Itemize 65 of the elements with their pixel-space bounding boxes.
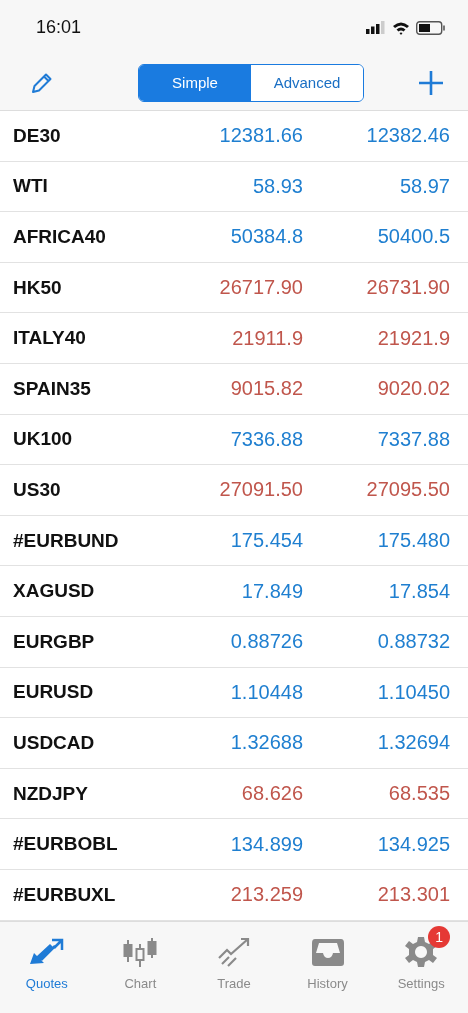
ask-price: 27095.50 (365, 478, 450, 502)
bid-price: 68.626 (240, 782, 303, 805)
bid-price: 21911.9 (231, 326, 303, 350)
bid-price: 1.32688 (229, 731, 303, 755)
wifi-icon (392, 20, 410, 35)
symbol-name: UK100 (13, 428, 74, 451)
tab-bar-item[interactable]: Trade (187, 923, 281, 993)
bid-price: 17.849 (240, 579, 303, 603)
bid-price: 12381.66 (218, 124, 303, 148)
bid-price: 58.93 (251, 174, 303, 198)
bid-price: 213.259 (229, 883, 303, 907)
symbol-name: EURUSD (13, 681, 95, 704)
bid-price: 0.88726 (229, 630, 303, 654)
symbol-name: DE30 (13, 124, 62, 147)
bid-price: 1.10448 (229, 680, 303, 704)
bid-price: 175.454 (229, 529, 303, 553)
ask-price: 21921.9 (376, 326, 450, 350)
bid-price: 26717.90 (218, 276, 303, 300)
symbol-name: #EURBUXL (13, 883, 117, 906)
ask-price: 134.925 (376, 832, 450, 856)
battery-icon (416, 20, 446, 35)
ask-price: 68.535 (387, 782, 450, 805)
symbol-name: SPAIN35 (13, 377, 92, 400)
symbol-name: AFRICA40 (13, 226, 107, 248)
notification-badge: 1 (428, 925, 451, 948)
tab-bar-item[interactable]: 1 Settings (374, 923, 468, 993)
symbol-name: #EURBUND (13, 529, 120, 552)
ask-price: 17.854 (387, 579, 450, 603)
bid-price: 134.899 (229, 832, 303, 856)
ask-price: 12382.46 (365, 124, 450, 148)
ask-price: 0.88732 (376, 630, 450, 654)
add-icon[interactable] (418, 69, 444, 96)
view-mode-tab[interactable]: Advanced (251, 64, 363, 101)
status-time: 16:01 (36, 17, 82, 38)
ask-price: 58.97 (398, 174, 450, 198)
symbol-name: XAGUSD (13, 580, 96, 603)
tab-bar-item[interactable]: History (280, 923, 375, 993)
ask-price: 7337.88 (376, 427, 450, 451)
bid-price: 27091.50 (218, 478, 303, 502)
ask-price: 213.301 (376, 883, 450, 907)
tab-bar-item[interactable]: Quotes (0, 923, 94, 993)
ask-price: 175.480 (376, 529, 450, 553)
ask-price: 9020.02 (376, 377, 450, 401)
symbol-name: US30 (13, 478, 62, 501)
symbol-name: USDCAD (13, 731, 96, 754)
symbol-name: #EURBOBL (13, 833, 119, 856)
symbol-name: NZDJPY (13, 782, 89, 805)
bid-price: 7336.88 (229, 427, 303, 451)
candlestick-icon (122, 935, 159, 968)
ask-price: 50400.5 (376, 225, 450, 249)
ask-price: 26731.90 (365, 276, 450, 300)
ask-price: 1.10450 (376, 680, 450, 704)
bid-price: 9015.82 (229, 377, 303, 401)
tab-bar-item[interactable]: Chart (93, 923, 188, 993)
bid-price: 50384.8 (229, 225, 303, 249)
trend-lines-icon (216, 935, 252, 968)
signal-icon (366, 21, 386, 34)
symbol-name: EURGBP (13, 630, 96, 653)
arrows-icon (27, 936, 66, 967)
inbox-icon (310, 936, 345, 967)
symbol-name: WTI (13, 175, 49, 198)
symbol-name: HK50 (13, 276, 63, 299)
ask-price: 1.32694 (376, 731, 450, 755)
view-mode-tab[interactable]: Simple (139, 64, 251, 101)
symbol-name: ITALY40 (13, 327, 87, 350)
